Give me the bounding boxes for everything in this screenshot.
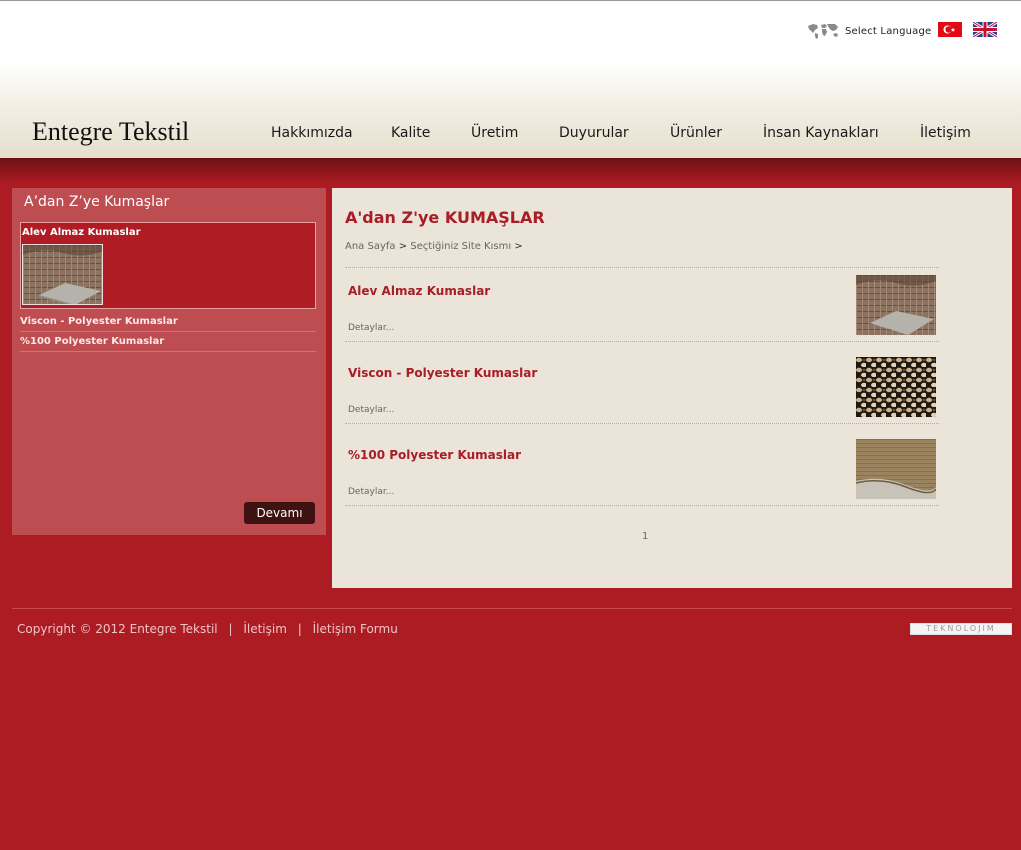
main-content: A'dan Z'ye KUMAŞLAR Ana Sayfa > Seçtiğin… — [332, 188, 1012, 588]
divider — [345, 423, 939, 424]
product-details-link[interactable]: Detaylar... — [348, 405, 394, 415]
product-item: Alev Almaz Kumaslar Detaylar... — [345, 275, 939, 355]
breadcrumb-separator: > — [514, 241, 523, 252]
divider — [345, 505, 939, 506]
footer-link-iletisim-formu[interactable]: İletişim Formu — [313, 622, 398, 636]
product-title[interactable]: %100 Polyester Kumaslar — [348, 448, 521, 462]
breadcrumb: Ana Sayfa > Seçtiğiniz Site Kısmı > — [345, 241, 523, 252]
nav-insan-kaynaklari[interactable]: İnsan Kaynakları — [763, 125, 879, 141]
product-details-link[interactable]: Detaylar... — [348, 487, 394, 497]
world-map-icon — [806, 22, 840, 40]
teknolojim-badge[interactable]: TEKNOLOJIM — [910, 623, 1012, 635]
sidebar-featured-item[interactable]: Alev Almaz Kumaslar — [20, 222, 316, 309]
nav-hakkimizda[interactable]: Hakkımızda — [271, 125, 353, 141]
sidebar-item-viscon-polyester[interactable]: Viscon - Polyester Kumaslar — [20, 312, 316, 332]
nav-duyurular[interactable]: Duyurular — [559, 125, 629, 141]
header-shadow — [0, 158, 1021, 184]
product-thumbnail[interactable] — [856, 275, 936, 335]
nav-iletisim[interactable]: İletişim — [920, 125, 971, 141]
language-selector[interactable]: Select Language — [806, 21, 931, 41]
breadcrumb-current[interactable]: Seçtiğiniz Site Kısmı — [410, 241, 511, 252]
footer-link-iletisim[interactable]: İletişim — [243, 622, 287, 636]
product-title[interactable]: Alev Almaz Kumaslar — [348, 284, 490, 298]
product-item: %100 Polyester Kumaslar Detaylar... — [345, 439, 939, 519]
featured-fabric-thumbnail[interactable] — [22, 244, 103, 305]
product-item: Viscon - Polyester Kumaslar Detaylar... — [345, 357, 939, 437]
product-thumbnail[interactable] — [856, 357, 936, 417]
page-title: A'dan Z'ye KUMAŞLAR — [345, 208, 545, 227]
breadcrumb-home[interactable]: Ana Sayfa — [345, 241, 396, 252]
featured-item-label[interactable]: Alev Almaz Kumaslar — [22, 227, 141, 238]
pagination-page[interactable]: 1 — [642, 531, 648, 542]
nav-urunler[interactable]: Ürünler — [670, 125, 722, 141]
sidebar-item-polyester[interactable]: %100 Polyester Kumaslar — [20, 332, 316, 352]
divider — [345, 341, 939, 342]
sidebar-panel: A’dan Z’ye Kumaşlar Alev Almaz Kumaslar … — [12, 188, 326, 535]
select-language-label[interactable]: Select Language — [845, 26, 931, 37]
turkey-flag-icon[interactable] — [938, 22, 962, 37]
sidebar-title: A’dan Z’ye Kumaşlar — [24, 194, 170, 210]
footer-separator: | — [228, 622, 233, 636]
site-logo[interactable]: Entegre Tekstil — [32, 117, 189, 147]
product-thumbnail[interactable] — [856, 439, 936, 499]
copyright-text: Copyright © 2012 Entegre Tekstil — [17, 622, 218, 636]
uk-flag-icon[interactable] — [973, 22, 997, 37]
divider — [345, 267, 939, 268]
devami-button[interactable]: Devamı — [244, 502, 315, 524]
nav-kalite[interactable]: Kalite — [391, 125, 430, 141]
breadcrumb-separator: > — [398, 241, 408, 252]
footer: Copyright © 2012 Entegre Tekstil | İleti… — [17, 622, 398, 636]
site-header: Select Language Entegre Tekstil Hakkımız… — [0, 0, 1021, 158]
product-details-link[interactable]: Detaylar... — [348, 323, 394, 333]
product-title[interactable]: Viscon - Polyester Kumaslar — [348, 366, 537, 380]
footer-separator: | — [297, 622, 302, 636]
footer-divider — [12, 608, 1012, 609]
nav-uretim[interactable]: Üretim — [471, 125, 518, 141]
